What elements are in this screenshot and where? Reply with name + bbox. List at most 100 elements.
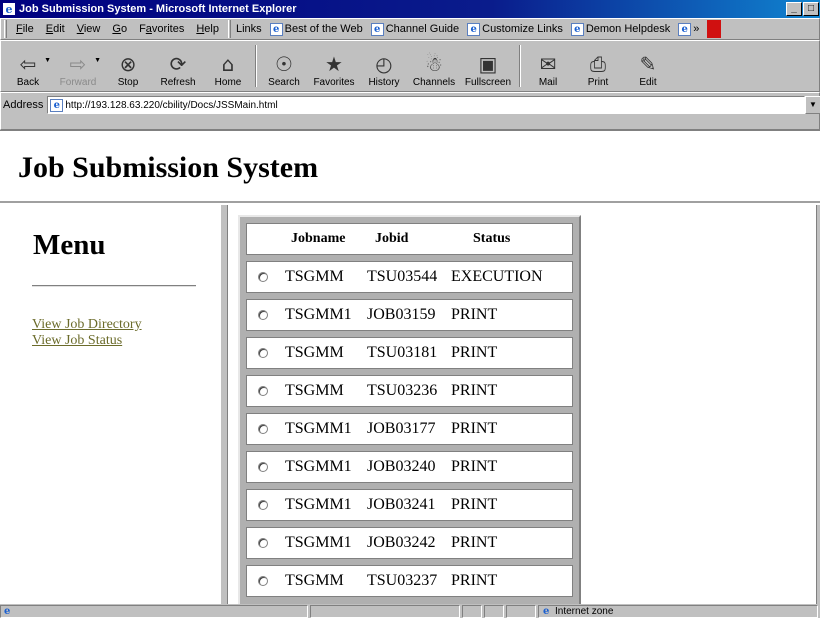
job-select-radio[interactable]	[258, 538, 268, 548]
job-select-radio[interactable]	[258, 576, 268, 586]
job-select-radio[interactable]	[258, 462, 268, 472]
menu-divider	[32, 285, 196, 287]
vertical-scrollbar[interactable]	[816, 205, 820, 604]
status-cell: PRINT	[451, 382, 498, 399]
table-row: TSGMM TSU03544 EXECUTION	[246, 261, 573, 293]
chevron-down-icon[interactable]: ▼	[94, 57, 101, 64]
job-select-radio[interactable]	[258, 500, 268, 510]
table-row: TSGMM1 JOB03242 PRINT	[246, 527, 573, 559]
ie-page-icon: e	[570, 22, 584, 36]
menu-bar: File Edit View Go Favorites Help Links e…	[0, 18, 820, 40]
print-button[interactable]: ⎙ Print	[573, 41, 623, 91]
menu-favorites[interactable]: Favorites	[133, 23, 190, 35]
job-select-radio[interactable]	[258, 272, 268, 282]
mail-icon: ✉	[539, 52, 557, 76]
throbber-logo	[707, 20, 722, 38]
fullscreen-icon: ▣	[478, 52, 498, 76]
address-dropdown-button[interactable]: ▼	[805, 96, 820, 114]
history-button[interactable]: ◴ History	[359, 41, 409, 91]
channels-button[interactable]: ☃ Channels	[409, 41, 459, 91]
address-url[interactable]: http://193.128.63.220/cbility/Docs/JSSMa…	[65, 100, 277, 111]
links-bar-grip[interactable]	[227, 20, 231, 38]
window-title-bar: e Job Submission System - Microsoft Inte…	[0, 0, 820, 18]
jobid-cell: TSU03544	[367, 268, 438, 285]
refresh-icon: ⟳	[169, 52, 187, 76]
link-demon-helpdesk[interactable]: e Demon Helpdesk	[567, 22, 674, 36]
table-row: TSGMM1 JOB03177 PRINT	[246, 413, 573, 445]
window-title: Job Submission System - Microsoft Intern…	[19, 3, 297, 15]
standard-toolbar: ⇦ ▼ Back ⇨ ▼ Forward ⊗ Stop ⟳ Refresh ⌂ Home ☉ S…	[0, 40, 820, 92]
view-job-status-link[interactable]: View Job Status	[32, 333, 142, 349]
links-overflow-button[interactable]: e»	[674, 22, 703, 36]
main-frame: Jobname Jobid Status TSGMM TSU03544 EXEC…	[228, 205, 816, 604]
page-status-icon: e	[4, 605, 11, 617]
status-cell: PRINT	[451, 344, 498, 361]
jobname-cell: TSGMM1	[285, 496, 352, 513]
links-label: Links	[235, 23, 262, 35]
browser-content: Job Submission System Menu View Job Dire…	[0, 130, 820, 604]
column-header-status: Status	[473, 231, 511, 246]
jobid-cell: JOB03177	[367, 420, 436, 437]
jobname-cell: TSGMM	[285, 572, 344, 589]
column-header-jobid: Jobid	[375, 231, 409, 246]
edit-button[interactable]: ✎ Edit	[623, 41, 673, 91]
edit-icon: ✎	[639, 52, 657, 76]
table-row: TSGMM TSU03236 PRINT	[246, 375, 573, 407]
refresh-button[interactable]: ⟳ Refresh	[153, 41, 203, 91]
chevron-down-icon[interactable]: ▼	[44, 57, 51, 64]
status-panel	[484, 604, 504, 618]
job-select-radio[interactable]	[258, 348, 268, 358]
favorites-button[interactable]: ★ Favorites	[309, 41, 359, 91]
history-icon: ◴	[375, 52, 393, 76]
status-panel	[462, 604, 482, 618]
link-channel-guide[interactable]: e Channel Guide	[367, 22, 463, 36]
job-select-radio[interactable]	[258, 310, 268, 320]
job-select-radio[interactable]	[258, 386, 268, 396]
home-icon: ⌂	[221, 52, 235, 76]
page-title: Job Submission System	[18, 151, 319, 184]
column-header-jobname: Jobname	[291, 231, 346, 246]
menu-view[interactable]: View	[71, 23, 107, 35]
jobid-cell: JOB03242	[367, 534, 436, 551]
back-button[interactable]: ⇦ ▼ Back	[3, 41, 53, 91]
ie-page-icon: e	[269, 22, 283, 36]
fullscreen-button[interactable]: ▣ Fullscreen	[459, 41, 517, 91]
stop-icon: ⊗	[119, 52, 137, 76]
jobid-cell: TSU03237	[367, 572, 438, 589]
stop-button[interactable]: ⊗ Stop	[103, 41, 153, 91]
menu-bar-grip[interactable]	[4, 20, 7, 38]
link-best-of-the-web[interactable]: e Best of the Web	[266, 22, 367, 36]
link-customize-links[interactable]: e Customize Links	[463, 22, 567, 36]
menu-links: View Job Directory View Job Status	[32, 317, 142, 349]
menu-go[interactable]: Go	[106, 23, 133, 35]
jobname-cell: TSGMM1	[285, 458, 352, 475]
address-input[interactable]: e http://193.128.63.220/cbility/Docs/JSS…	[47, 96, 805, 114]
restore-button[interactable]: □	[803, 2, 819, 16]
job-select-radio[interactable]	[258, 424, 268, 434]
status-cell: PRINT	[451, 534, 498, 551]
toolbar-separator	[519, 45, 521, 87]
menu-frame: Menu View Job Directory View Job Status	[0, 205, 220, 604]
forward-button[interactable]: ⇨ ▼ Forward	[53, 41, 103, 91]
frame-splitter[interactable]	[220, 205, 228, 604]
table-row: TSGMM TSU03237 PRINT	[246, 565, 573, 597]
menu-edit[interactable]: Edit	[40, 23, 71, 35]
progress-panel	[310, 604, 460, 618]
internet-zone-icon: e	[543, 605, 550, 617]
back-arrow-icon: ⇦	[19, 52, 37, 76]
menu-file[interactable]: File	[10, 23, 40, 35]
jobname-cell: TSGMM	[285, 382, 344, 399]
jobname-cell: TSGMM1	[285, 534, 352, 551]
favorites-icon: ★	[325, 52, 343, 76]
view-job-directory-link[interactable]: View Job Directory	[32, 317, 142, 333]
ie-page-icon: e	[467, 22, 481, 36]
forward-arrow-icon: ⇨	[69, 52, 87, 76]
minimize-button[interactable]: _	[786, 2, 802, 16]
jobid-cell: JOB03241	[367, 496, 436, 513]
mail-button[interactable]: ✉ Mail	[523, 41, 573, 91]
menu-help[interactable]: Help	[190, 23, 225, 35]
status-cell: PRINT	[451, 458, 498, 475]
home-button[interactable]: ⌂ Home	[203, 41, 253, 91]
address-label: Address	[3, 99, 44, 111]
search-button[interactable]: ☉ Search	[259, 41, 309, 91]
